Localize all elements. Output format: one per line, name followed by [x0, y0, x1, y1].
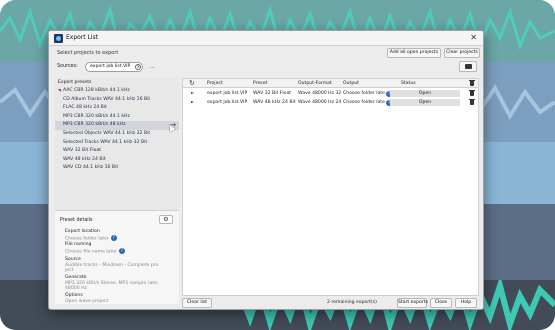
- open-button[interactable]: Open: [390, 99, 460, 106]
- preset-marker-icon: [58, 89, 61, 92]
- folder-icon: [465, 64, 472, 69]
- column-project[interactable]: Project: [207, 80, 223, 87]
- export-list-dialog: Export List ✕ Select projects to export …: [48, 30, 484, 310]
- generate-block: Generate MP3 320 kBit/s Stereo. MP3 samp…: [65, 275, 159, 292]
- close-icon[interactable]: ✕: [470, 33, 477, 43]
- column-output-format[interactable]: Output-Format: [298, 80, 332, 87]
- help-icon[interactable]: ?: [118, 247, 125, 254]
- preset-item[interactable]: WAV CD 44.1 kHz 16 Bit: [55, 164, 179, 173]
- preset-item[interactable]: MP3 CBR 320 kBit/s 44.1 kHz: [55, 113, 179, 122]
- clear-list-button[interactable]: Clear list: [182, 298, 212, 308]
- folder-button[interactable]: [459, 61, 477, 72]
- app-icon: [54, 34, 63, 43]
- export-jobs-table: ↻ Project Preset Output-Format Output St…: [182, 78, 479, 296]
- column-output[interactable]: Output: [343, 80, 359, 87]
- export-location-block: Export location Choose folder later?: [65, 229, 117, 242]
- start-exports-button[interactable]: Start exports: [397, 298, 428, 308]
- open-button[interactable]: Open: [390, 90, 460, 97]
- export-presets-title: Export presets: [58, 80, 92, 85]
- preset-item[interactable]: FLAC 48 kHz 24 Bit: [55, 104, 179, 113]
- preset-item[interactable]: WAV 48 kHz 24 Bit: [55, 156, 179, 165]
- play-icon[interactable]: [191, 101, 194, 103]
- remove-source-icon[interactable]: ✕: [135, 64, 142, 70]
- preset-item[interactable]: Selected Objects WAV 44.1 kHz 32 Bit: [55, 130, 179, 139]
- source-block: Source Audible tracks - Mixdown - Comple…: [65, 257, 159, 274]
- preset-details-panel: Preset details ⚙ Export location Choose …: [55, 210, 179, 304]
- sources-row: Sources: export job list.VIP ✕ ...: [55, 61, 479, 73]
- preset-item[interactable]: WAV 32 Bit Float: [55, 147, 179, 156]
- table-row[interactable]: export job list.VIP WAV 48 kHz 24 Bit Wa…: [183, 98, 478, 107]
- more-sources-button[interactable]: ...: [150, 64, 155, 70]
- preset-item[interactable]: AAC CBR 128 kBit/s 44.1 kHz: [55, 87, 179, 96]
- help-button[interactable]: Help: [455, 298, 477, 308]
- options-block: Options Open wave project: [65, 293, 109, 304]
- column-status[interactable]: Status: [401, 80, 416, 87]
- sources-label: Sources:: [57, 64, 78, 69]
- clear-projects-button[interactable]: Clear projects: [444, 48, 480, 58]
- delete-all-icon[interactable]: [469, 80, 475, 86]
- add-all-open-projects-button[interactable]: Add all open projects: [387, 48, 441, 58]
- refresh-icon[interactable]: ↻: [189, 79, 195, 87]
- remaining-exports-label: 2 remaining export(s): [327, 300, 377, 305]
- dialog-footer: Clear list 2 remaining export(s) Start e…: [182, 297, 479, 309]
- source-chip[interactable]: export job list.VIP ✕: [85, 62, 144, 72]
- delete-row-icon[interactable]: [469, 99, 475, 105]
- export-presets-panel: Export presets AAC CBR 128 kBit/s 44.1 k…: [55, 78, 179, 304]
- play-icon[interactable]: [191, 92, 194, 94]
- preset-item-selected[interactable]: MP3 CBR 320 kBit/s 48 kHz →: [55, 121, 179, 130]
- source-chip-label: export job list.VIP: [90, 64, 131, 69]
- preset-item[interactable]: Selected Tracks WAV 44.1 kHz 32 Bit: [55, 139, 179, 148]
- title-bar[interactable]: Export List ✕: [49, 31, 483, 46]
- gear-icon[interactable]: ⚙: [159, 215, 173, 224]
- delete-row-icon[interactable]: [469, 90, 475, 96]
- window-title: Export List: [66, 34, 99, 41]
- help-icon[interactable]: ?: [110, 234, 117, 241]
- select-projects-label: Select projects to export: [57, 50, 119, 56]
- column-preset[interactable]: Preset: [253, 80, 267, 87]
- table-header: ↻ Project Preset Output-Format Output St…: [183, 79, 478, 88]
- preset-list: AAC CBR 128 kBit/s 44.1 kHz CD Album Tra…: [55, 87, 179, 173]
- file-naming-block: File naming Choose file name later?: [65, 242, 125, 255]
- table-row[interactable]: export job list.VIP WAV 32 Bit Float Wav…: [183, 89, 478, 98]
- preset-details-title: Preset details: [60, 218, 93, 223]
- close-button[interactable]: Close: [430, 298, 452, 308]
- preset-item[interactable]: CD Album Tracks WAV 44.1 kHz 16 Bit: [55, 96, 179, 105]
